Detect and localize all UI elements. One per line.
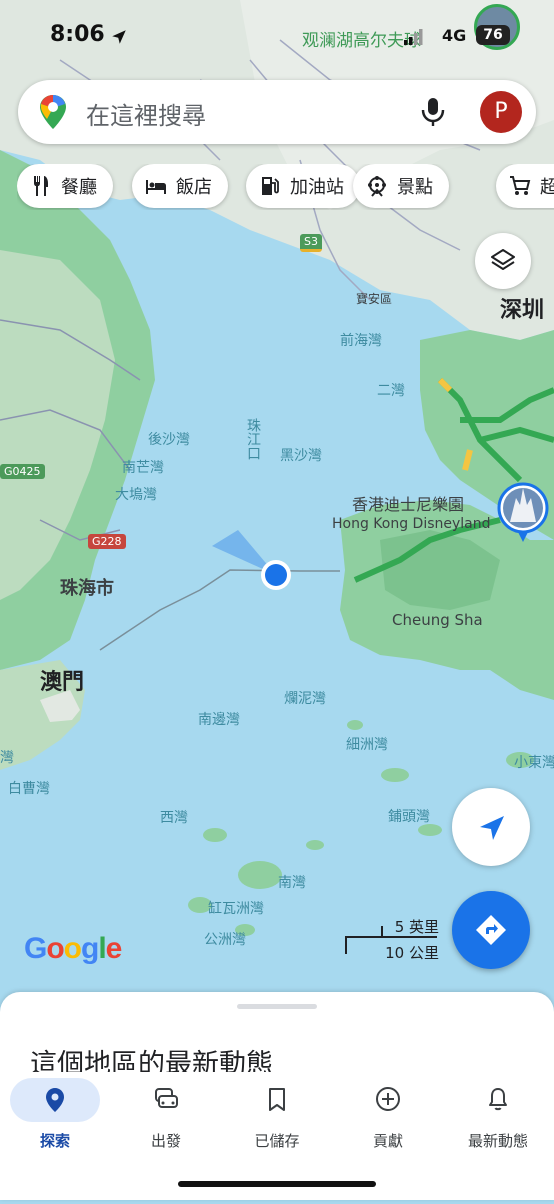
location-pin-icon [46, 1088, 64, 1112]
map-label-xiaodong: 小東灣 [514, 755, 554, 771]
shopping-cart-icon [510, 176, 531, 195]
scale-metric: 10 公里 [385, 944, 439, 962]
tab-label: 貢獻 [372, 1132, 403, 1150]
search-bar[interactable]: 在這裡搜尋 P [18, 80, 536, 144]
google-logo: Google [24, 932, 122, 965]
map-label-macau[interactable]: 澳門 [40, 664, 84, 696]
road-badge-s3: S3 [300, 234, 322, 252]
map-label-disney-zh[interactable]: 香港迪士尼樂園 [352, 491, 464, 515]
battery-icon: 76 [476, 25, 510, 45]
bookmark-icon [269, 1088, 285, 1111]
map-label-dawu: 大塢灣 [115, 487, 157, 503]
map-label-putou: 鋪頭灣 [388, 809, 430, 825]
map-label-left-edge-wan: 灣 [0, 750, 14, 766]
chip-label: 景點 [397, 177, 433, 198]
map-label-heisha: 黑沙灣 [280, 448, 322, 464]
tab-label: 最新動態 [467, 1132, 528, 1150]
map-label-nanwan: 南灣 [278, 875, 306, 891]
map-label-gongzhou: 公洲灣 [204, 932, 246, 948]
car-icon [155, 1088, 178, 1108]
my-location-button[interactable] [452, 788, 530, 866]
map-label-lanni: 爛泥灣 [284, 691, 326, 707]
map-label-baoan[interactable]: 寶安區 [356, 290, 392, 307]
layers-icon [491, 249, 515, 270]
tab-saved[interactable]: 已儲存 [222, 1078, 332, 1156]
layers-button[interactable] [475, 233, 531, 289]
attractions-icon [368, 176, 386, 197]
network-type: 4G [442, 26, 467, 45]
map-label-shenzhen[interactable]: 深圳 [500, 292, 544, 324]
map-label-xiwan: 西灣 [160, 810, 188, 826]
tab-label: 探索 [39, 1132, 70, 1150]
search-input[interactable]: 在這裡搜尋 [86, 96, 206, 131]
chip-attractions[interactable]: 景點 [353, 164, 449, 208]
map-label-erwan: 二灣 [377, 383, 405, 399]
restaurant-icon [34, 176, 48, 196]
chip-shopping[interactable]: 超 [496, 164, 554, 208]
map-label-cheungsha: Cheung Sha [392, 611, 483, 629]
scale-imperial: 5 英里 [394, 918, 439, 936]
map-label-xizhou: 細洲灣 [346, 737, 388, 753]
navigation-arrow-icon [480, 816, 504, 840]
map-scale: 5 英里 10 公里 [345, 912, 439, 962]
category-chips: 餐廳 飯店 加油站 景點 超 [17, 164, 554, 210]
map-label-nanmang: 南芒灣 [122, 460, 164, 476]
tab-contribute[interactable]: 貢獻 [333, 1078, 443, 1156]
directions-icon [476, 915, 506, 945]
scale-bar [345, 926, 437, 954]
road-badge-g228: G228 [88, 534, 126, 549]
chip-label: 超 [540, 177, 554, 198]
tab-label: 已儲存 [254, 1132, 300, 1150]
tab-go[interactable]: 出發 [111, 1078, 221, 1156]
road-badge-g0425: G0425 [0, 464, 45, 479]
google-maps-pin-icon [40, 95, 66, 129]
status-bar: 观澜湖高尔夫球 8:06 4G 76 [0, 0, 554, 72]
tab-label: 出發 [150, 1132, 181, 1150]
location-arrow-icon [112, 30, 126, 44]
add-circle-icon [376, 1087, 400, 1111]
chip-label: 餐廳 [61, 177, 97, 198]
tab-explore[interactable]: 探索 [0, 1078, 110, 1156]
map-label-nanbian: 南邊灣 [198, 712, 240, 728]
chip-hotels[interactable]: 飯店 [132, 164, 228, 208]
tab-updates[interactable]: 最新動態 [443, 1078, 553, 1156]
sheet-drag-handle[interactable] [237, 1004, 317, 1009]
chip-restaurants[interactable]: 餐廳 [17, 164, 113, 208]
directions-button[interactable] [452, 891, 530, 969]
account-avatar[interactable]: P [480, 91, 522, 133]
map-label-zhujiangkou: 珠江口 [245, 418, 261, 460]
gas-station-icon [262, 177, 279, 195]
status-time: 8:06 [50, 22, 105, 47]
microphone-icon[interactable] [420, 97, 446, 127]
bell-icon [489, 1088, 507, 1111]
map-label-baicao: 白曹灣 [8, 781, 50, 797]
map-label-disney-en[interactable]: Hong Kong Disneyland [332, 516, 491, 532]
home-indicator [178, 1181, 376, 1187]
map-label-qianhaiwan: 前海灣 [340, 333, 382, 349]
map-label-zhuhai[interactable]: 珠海市 [60, 574, 114, 600]
chip-gas-stations[interactable]: 加油站 [246, 164, 360, 208]
chip-label: 飯店 [176, 177, 212, 198]
chip-label: 加油站 [290, 177, 344, 198]
signal-icon [404, 29, 423, 45]
hotel-icon [146, 180, 166, 194]
map-label-gangwa: 缸瓦洲灣 [208, 901, 264, 917]
map-label-housha: 後沙灣 [148, 432, 190, 448]
